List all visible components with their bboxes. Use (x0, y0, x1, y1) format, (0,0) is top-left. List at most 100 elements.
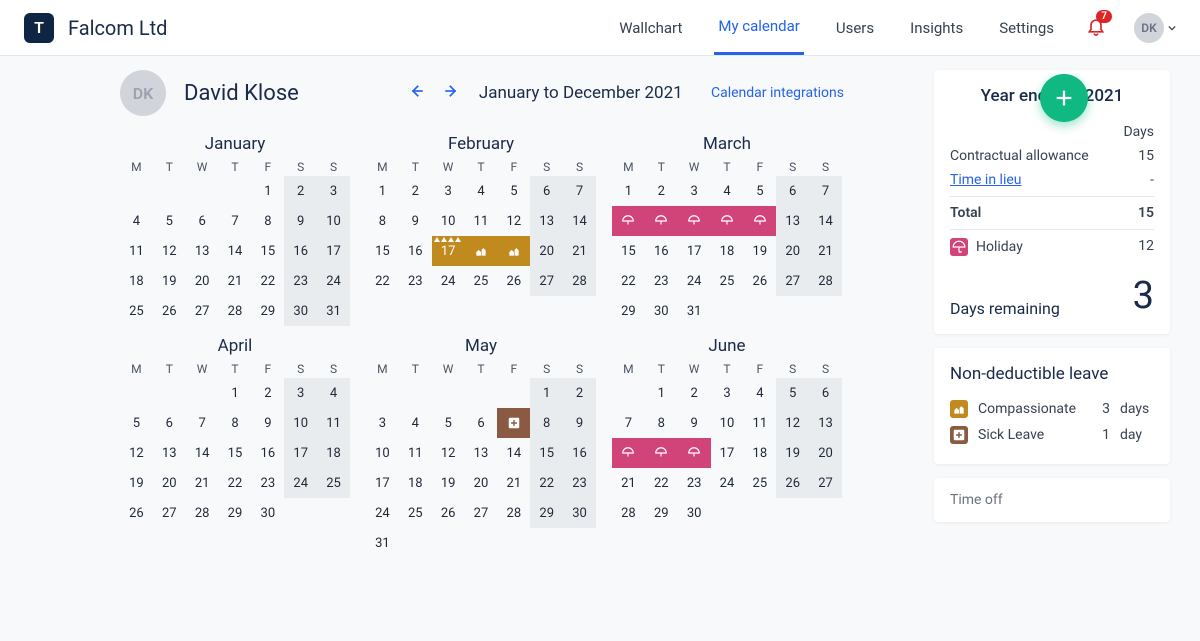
calendar-day[interactable]: 6 (530, 176, 563, 206)
calendar-day[interactable]: 23 (563, 468, 596, 498)
calendar-day[interactable]: 15 (219, 438, 252, 468)
calendar-day[interactable]: 6 (809, 378, 842, 408)
calendar-day[interactable] (497, 408, 530, 438)
calendar-day[interactable]: 25 (465, 266, 498, 296)
calendar-day[interactable]: 16 (645, 236, 678, 266)
calendar-day[interactable]: 1 (530, 378, 563, 408)
user-menu[interactable]: DK (1134, 13, 1176, 43)
calendar-day[interactable]: 4 (399, 408, 432, 438)
calendar-day[interactable]: 25 (399, 498, 432, 528)
nav-item-my-calendar[interactable]: My calendar (714, 0, 804, 55)
nav-item-wallchart[interactable]: Wallchart (615, 2, 686, 54)
notifications-bell-icon[interactable]: 7 (1086, 16, 1106, 40)
calendar-day[interactable]: 19 (153, 266, 186, 296)
calendar-day[interactable]: 24 (678, 266, 711, 296)
calendar-day[interactable]: 19 (120, 468, 153, 498)
calendar-day[interactable]: 9 (563, 408, 596, 438)
calendar-day[interactable]: 27 (809, 468, 842, 498)
calendar-day[interactable]: 22 (612, 266, 645, 296)
calendar-day[interactable]: 14 (809, 206, 842, 236)
calendar-day[interactable]: 10 (284, 408, 317, 438)
calendar-day[interactable]: 26 (432, 498, 465, 528)
nav-item-insights[interactable]: Insights (906, 2, 967, 54)
calendar-day[interactable]: 14 (497, 438, 530, 468)
calendar-day[interactable]: 23 (284, 266, 317, 296)
calendar-day[interactable]: 27 (465, 498, 498, 528)
calendar-day[interactable]: 15 (530, 438, 563, 468)
calendar-day[interactable]: 5 (497, 176, 530, 206)
calendar-day[interactable]: 13 (465, 438, 498, 468)
calendar-day[interactable]: 29 (612, 296, 645, 326)
calendar-day[interactable]: 24 (711, 468, 744, 498)
calendar-day[interactable]: 2 (284, 176, 317, 206)
calendar-day[interactable]: 11 (120, 236, 153, 266)
calendar-day[interactable]: 23 (678, 468, 711, 498)
calendar-day[interactable]: 5 (776, 378, 809, 408)
calendar-day[interactable]: 14 (186, 438, 219, 468)
nav-item-users[interactable]: Users (832, 2, 878, 54)
calendar-day[interactable]: 26 (497, 266, 530, 296)
calendar-day[interactable]: 16 (563, 438, 596, 468)
calendar-day[interactable]: 21 (219, 266, 252, 296)
calendar-day[interactable]: 19 (776, 438, 809, 468)
calendar-day[interactable]: 13 (809, 408, 842, 438)
calendar-day[interactable]: 3 (284, 378, 317, 408)
calendar-day[interactable]: 10 (432, 206, 465, 236)
calendar-day[interactable] (678, 206, 711, 236)
calendar-day[interactable]: 18 (399, 468, 432, 498)
calendar-day[interactable]: 12 (120, 438, 153, 468)
calendar-day[interactable]: 21 (563, 236, 596, 266)
calendar-day[interactable]: 20 (153, 468, 186, 498)
calendar-day[interactable]: 7 (612, 408, 645, 438)
calendar-day[interactable] (678, 438, 711, 468)
calendar-day[interactable]: 30 (284, 296, 317, 326)
calendar-day[interactable]: 23 (645, 266, 678, 296)
calendar-day[interactable]: 13 (186, 236, 219, 266)
calendar-day[interactable]: 17 (678, 236, 711, 266)
calendar-day[interactable]: 7 (563, 176, 596, 206)
calendar-day[interactable]: 18 (317, 438, 350, 468)
calendar-day[interactable]: 22 (645, 468, 678, 498)
calendar-day[interactable] (711, 206, 744, 236)
calendar-day[interactable]: 17 (432, 236, 465, 266)
calendar-day[interactable]: 9 (251, 408, 284, 438)
calendar-day[interactable]: 3 (678, 176, 711, 206)
calendar-day[interactable]: 3 (366, 408, 399, 438)
calendar-day[interactable]: 27 (530, 266, 563, 296)
calendar-day[interactable]: 24 (432, 266, 465, 296)
calendar-day[interactable]: 31 (317, 296, 350, 326)
calendar-day[interactable]: 29 (219, 498, 252, 528)
calendar-day[interactable]: 8 (530, 408, 563, 438)
calendar-day[interactable]: 13 (153, 438, 186, 468)
calendar-day[interactable]: 8 (219, 408, 252, 438)
calendar-day[interactable]: 28 (563, 266, 596, 296)
calendar-day[interactable]: 21 (612, 468, 645, 498)
calendar-day[interactable]: 20 (530, 236, 563, 266)
calendar-day[interactable]: 6 (776, 176, 809, 206)
calendar-day[interactable]: 4 (465, 176, 498, 206)
calendar-day[interactable]: 31 (366, 528, 399, 558)
calendar-day[interactable]: 21 (186, 468, 219, 498)
calendar-day[interactable] (645, 438, 678, 468)
calendar-day[interactable]: 28 (497, 498, 530, 528)
calendar-day[interactable]: 12 (432, 438, 465, 468)
calendar-day[interactable] (612, 206, 645, 236)
calendar-day[interactable]: 16 (284, 236, 317, 266)
calendar-day[interactable]: 4 (120, 206, 153, 236)
calendar-day[interactable]: 25 (711, 266, 744, 296)
calendar-day[interactable]: 22 (219, 468, 252, 498)
calendar-day[interactable]: 8 (645, 408, 678, 438)
calendar-day[interactable]: 22 (366, 266, 399, 296)
calendar-day[interactable]: 24 (317, 266, 350, 296)
calendar-day[interactable]: 12 (776, 408, 809, 438)
calendar-day[interactable]: 1 (219, 378, 252, 408)
calendar-day[interactable]: 11 (399, 438, 432, 468)
calendar-day[interactable]: 13 (530, 206, 563, 236)
calendar-day[interactable]: 30 (678, 498, 711, 528)
calendar-day[interactable]: 17 (711, 438, 744, 468)
calendar-day[interactable]: 20 (186, 266, 219, 296)
user-avatar[interactable]: DK (120, 70, 166, 116)
calendar-day[interactable]: 30 (251, 498, 284, 528)
calendar-day[interactable]: 2 (251, 378, 284, 408)
calendar-day[interactable]: 9 (399, 206, 432, 236)
